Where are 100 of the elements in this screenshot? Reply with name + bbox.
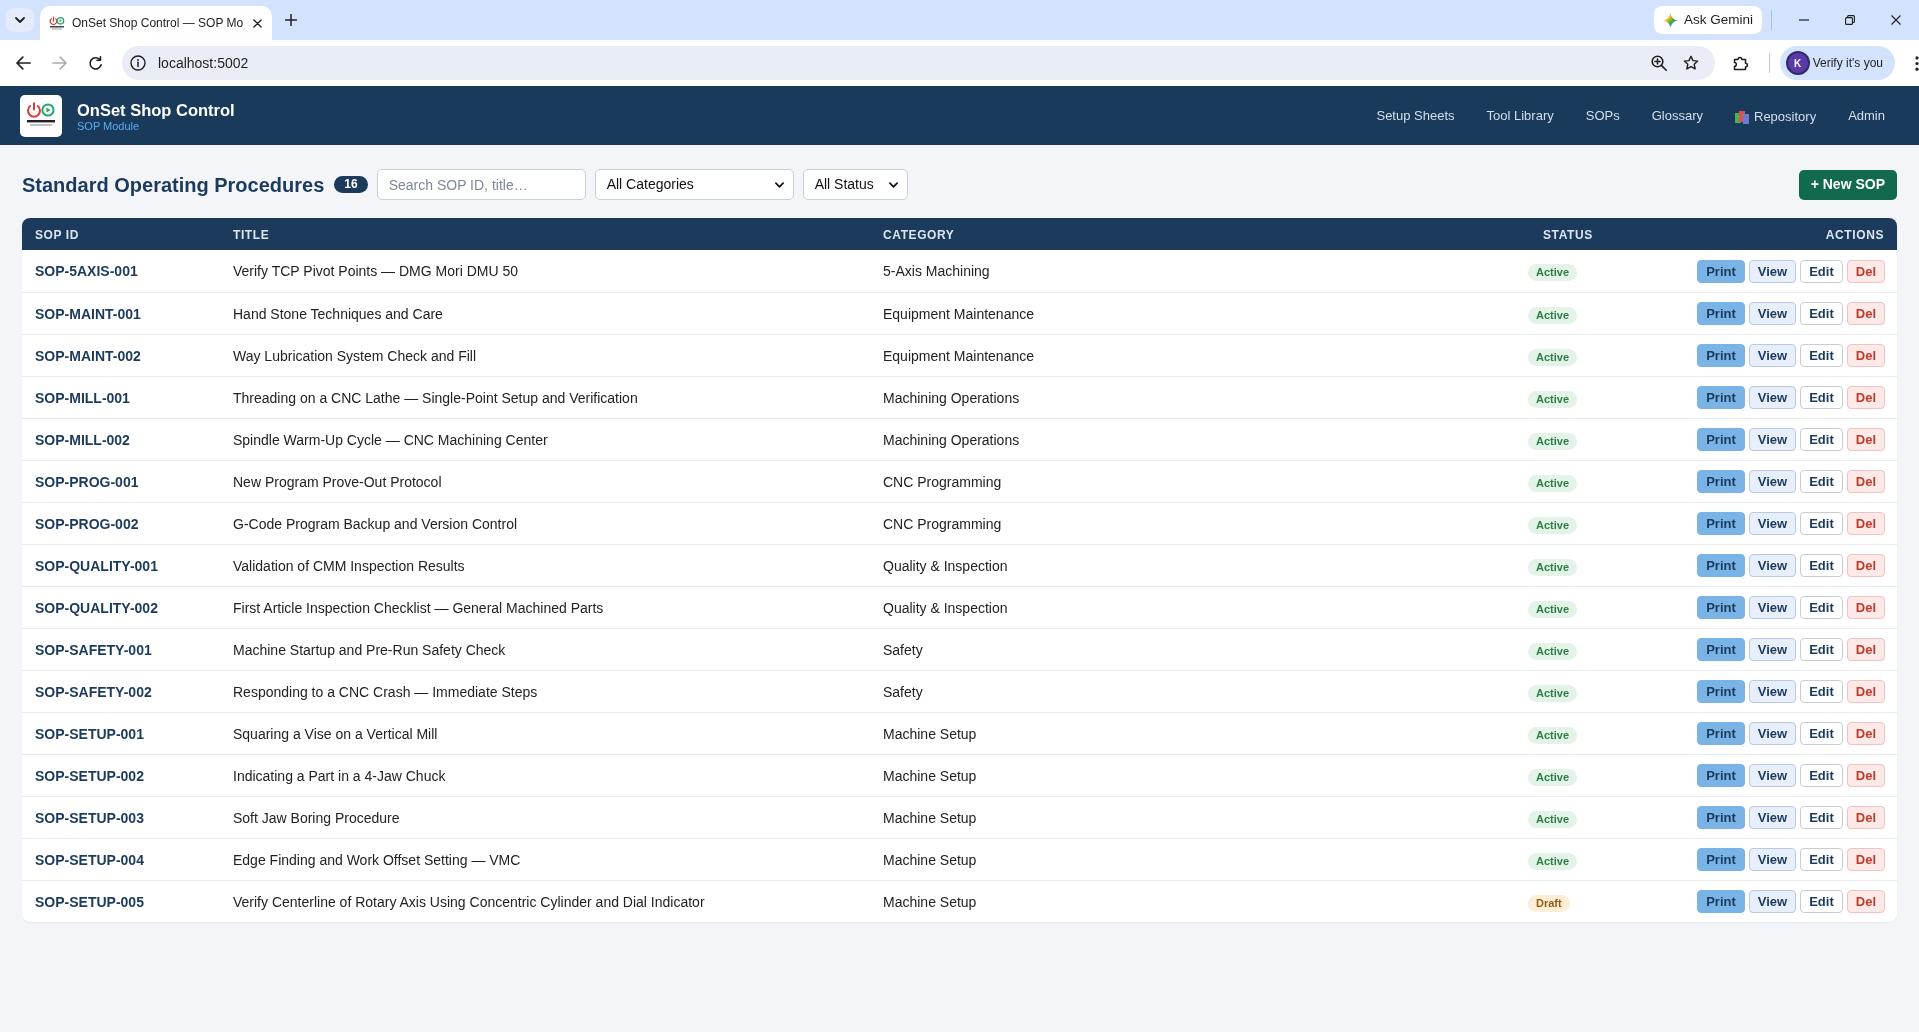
edit-button[interactable]: Edit [1800, 806, 1843, 829]
delete-button[interactable]: Del [1846, 344, 1885, 367]
delete-button[interactable]: Del [1846, 638, 1885, 661]
view-button[interactable]: View [1748, 302, 1797, 325]
edit-button[interactable]: Edit [1800, 848, 1843, 871]
edit-button[interactable]: Edit [1800, 596, 1843, 619]
edit-button[interactable]: Edit [1800, 259, 1843, 283]
delete-button[interactable]: Del [1846, 680, 1885, 703]
delete-button[interactable]: Del [1846, 386, 1885, 409]
nav-link[interactable]: Repository [1735, 104, 1817, 127]
view-button[interactable]: View [1748, 764, 1797, 787]
plus-icon[interactable] [285, 14, 297, 26]
delete-button[interactable]: Del [1846, 302, 1885, 325]
print-button[interactable]: Print [1697, 470, 1745, 493]
view-button[interactable]: View [1748, 680, 1797, 703]
gemini-button[interactable]: Ask Gemini [1653, 6, 1762, 34]
view-button[interactable]: View [1748, 259, 1797, 283]
edit-button[interactable]: Edit [1800, 764, 1843, 787]
view-button[interactable]: View [1748, 848, 1797, 871]
sop-category: Machining Operations [883, 431, 1020, 448]
view-button[interactable]: View [1748, 386, 1797, 409]
nav-link[interactable]: SOPs [1585, 105, 1620, 126]
nav-link[interactable]: Setup Sheets [1376, 105, 1455, 126]
delete-button[interactable]: Del [1846, 848, 1885, 871]
sop-category: CNC Programming [883, 515, 1002, 532]
delete-button[interactable]: Del [1846, 596, 1885, 619]
reload-icon[interactable] [87, 55, 103, 71]
tab-menu-button[interactable] [6, 8, 34, 32]
zoom-in-icon[interactable] [1650, 55, 1667, 71]
print-button[interactable]: Print [1697, 890, 1745, 913]
sop-title: Validation of CMM Inspection Results [233, 557, 465, 574]
print-button[interactable]: Print [1697, 848, 1745, 871]
view-button[interactable]: View [1748, 428, 1797, 451]
column-header: TITLE [233, 228, 270, 242]
edit-button[interactable]: Edit [1800, 302, 1843, 325]
print-button[interactable]: Print [1697, 722, 1745, 745]
delete-button[interactable]: Del [1846, 512, 1885, 535]
edit-button[interactable]: Edit [1800, 470, 1843, 493]
print-button[interactable]: Print [1697, 554, 1745, 577]
puzzle-icon[interactable] [1732, 55, 1749, 71]
view-button[interactable]: View [1748, 806, 1797, 829]
arrow-left-icon[interactable] [15, 56, 31, 70]
app-title: OnSet Shop Control [77, 99, 235, 120]
print-button[interactable]: Print [1697, 596, 1745, 619]
status-badge: Active [1528, 684, 1578, 702]
close-icon[interactable] [253, 18, 262, 28]
print-button[interactable]: Print [1697, 638, 1745, 661]
delete-button[interactable]: Del [1846, 428, 1885, 451]
view-button[interactable]: View [1748, 890, 1797, 913]
delete-button[interactable]: Del [1846, 554, 1885, 577]
edit-button[interactable]: Edit [1800, 428, 1843, 451]
delete-button[interactable]: Del [1846, 890, 1885, 913]
delete-button[interactable]: Del [1846, 764, 1885, 787]
print-button[interactable]: Print [1697, 512, 1745, 535]
edit-button[interactable]: Edit [1800, 554, 1843, 577]
delete-button[interactable]: Del [1846, 806, 1885, 829]
print-button[interactable]: Print [1697, 259, 1745, 283]
address-field[interactable]: localhost:5002 [122, 46, 1715, 80]
view-button[interactable]: View [1748, 344, 1797, 367]
edit-button[interactable]: Edit [1800, 344, 1843, 367]
print-button[interactable]: Print [1697, 302, 1745, 325]
view-button[interactable]: View [1748, 554, 1797, 577]
view-button[interactable]: View [1748, 470, 1797, 493]
star-icon[interactable] [1682, 55, 1699, 71]
delete-button[interactable]: Del [1846, 470, 1885, 493]
print-button[interactable]: Print [1697, 806, 1745, 829]
edit-button[interactable]: Edit [1800, 386, 1843, 409]
new-sop-button[interactable]: + New SOP [1798, 169, 1897, 200]
print-button[interactable]: Print [1697, 386, 1745, 409]
view-button[interactable]: View [1748, 596, 1797, 619]
restore-icon[interactable] [1845, 15, 1855, 25]
delete-button[interactable]: Del [1846, 259, 1885, 283]
print-button[interactable]: Print [1697, 428, 1745, 451]
profile-avatar[interactable]: K [1787, 53, 1808, 73]
logo-icon [20, 94, 62, 137]
sop-id: SOP-SETUP-001 [35, 725, 144, 742]
view-button[interactable]: View [1748, 512, 1797, 535]
print-button[interactable]: Print [1697, 680, 1745, 703]
view-button[interactable]: View [1748, 722, 1797, 745]
edit-button[interactable]: Edit [1800, 680, 1843, 703]
nav-link[interactable]: Admin [1848, 105, 1885, 126]
delete-button[interactable]: Del [1846, 722, 1885, 745]
view-button[interactable]: View [1748, 638, 1797, 661]
edit-button[interactable]: Edit [1800, 638, 1843, 661]
status-badge: Active [1528, 306, 1578, 324]
print-button[interactable]: Print [1697, 344, 1745, 367]
count-badge: 16 [334, 176, 368, 193]
edit-button[interactable]: Edit [1800, 890, 1843, 913]
profile-button[interactable]: K Verify it's you [1779, 46, 1895, 80]
nav-link[interactable]: Glossary [1651, 105, 1703, 126]
edit-button[interactable]: Edit [1800, 512, 1843, 535]
close-icon[interactable] [1891, 15, 1901, 25]
nav-link[interactable]: Tool Library [1486, 105, 1554, 126]
filter-select[interactable]: All Status [802, 169, 908, 200]
browser-tab[interactable]: OnSet Shop Control — SOP Mo [40, 6, 272, 40]
search-field[interactable]: Search SOP ID, title… [376, 169, 586, 200]
edit-button[interactable]: Edit [1800, 722, 1843, 745]
print-button[interactable]: Print [1697, 764, 1745, 787]
more-icon[interactable] [1915, 55, 1919, 71]
filter-select[interactable]: All Categories [594, 169, 794, 200]
